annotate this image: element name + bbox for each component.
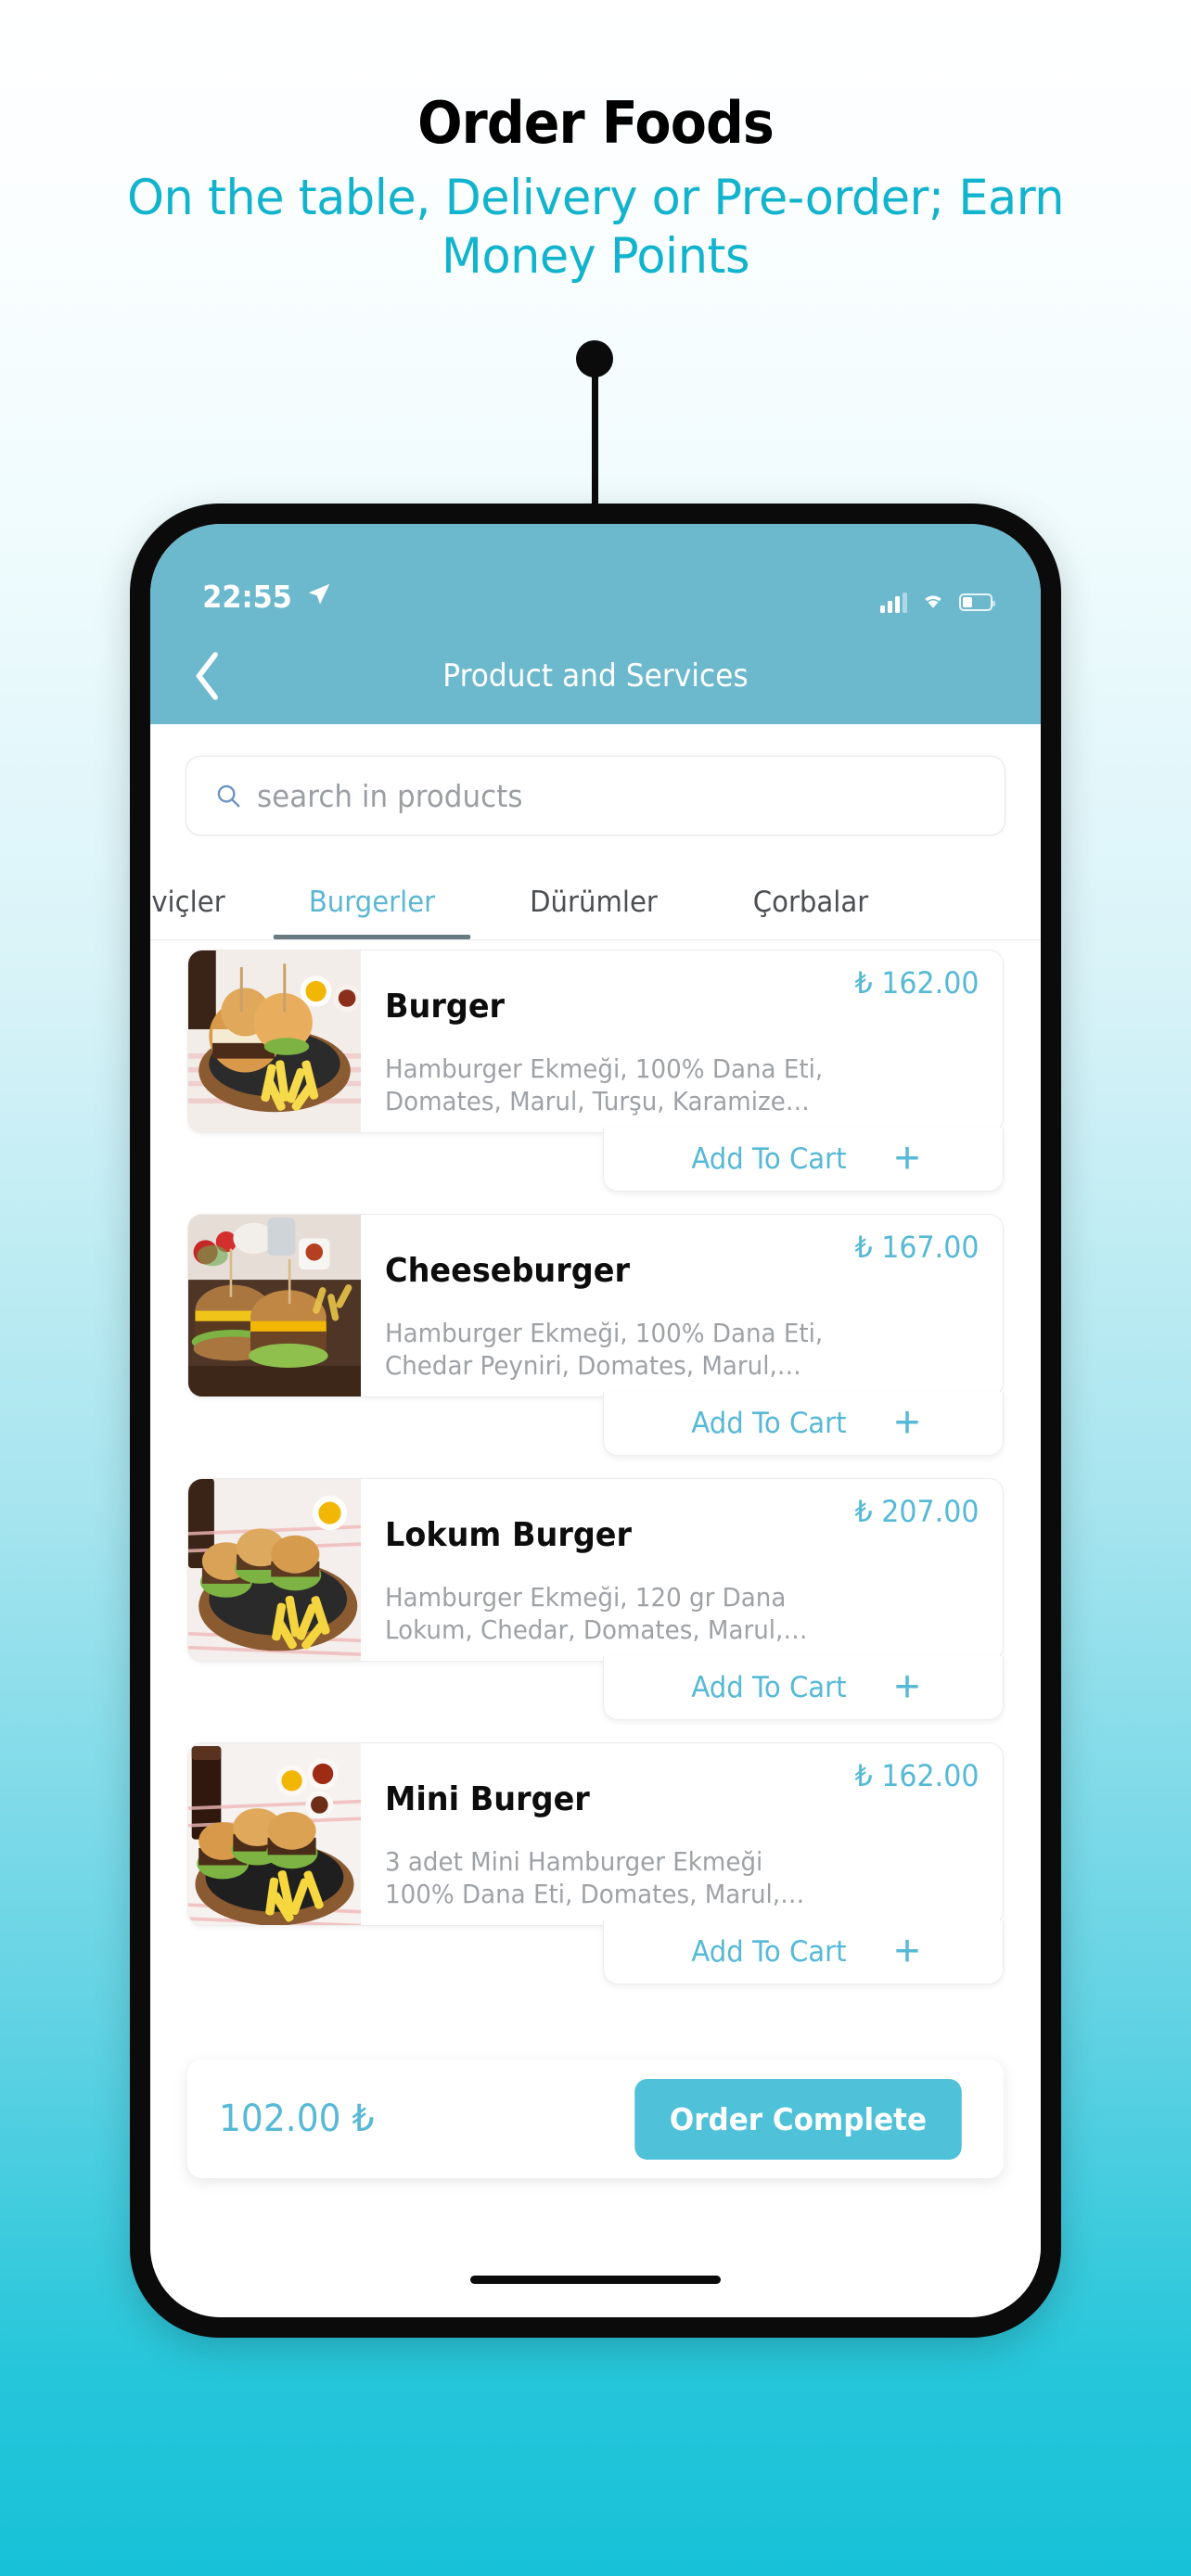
page-subtitle: On the table, Delivery or Pre-order; Ear… xyxy=(126,170,1065,285)
category-tabs: viçler Burgerler Dürümler Çorbalar xyxy=(150,860,1041,940)
location-arrow-icon xyxy=(305,580,333,613)
list-item[interactable]: ₺ 162.00 Mini Burger 3 adet Mini Hamburg… xyxy=(187,1742,1004,1984)
pointer-line xyxy=(592,371,598,510)
product-info: ₺ 162.00 Burger Hamburger Ekmeği, 100% D… xyxy=(361,950,1003,1132)
search-icon xyxy=(214,782,242,810)
add-to-cart-label: Add To Cart xyxy=(691,1142,847,1176)
product-description: Hamburger Ekmeği, 100% Dana Eti, Domates… xyxy=(385,1054,824,1116)
wifi-icon xyxy=(920,590,946,615)
cart-summary-bar: 102.00 ₺ Order Complete xyxy=(187,2060,1004,2178)
search-placeholder: search in products xyxy=(257,777,523,814)
tab-burgerler[interactable]: Burgerler xyxy=(264,886,479,939)
product-card[interactable]: ₺ 162.00 Mini Burger 3 adet Mini Hamburg… xyxy=(187,1742,1004,1926)
tab-corbalar[interactable]: Çorbalar xyxy=(708,886,914,939)
nav-title: Product and Services xyxy=(442,657,749,695)
status-bar-right xyxy=(880,590,995,615)
status-bar-left: 22:55 xyxy=(198,579,333,615)
product-description: 3 adet Mini Hamburger Ekmeği 100% Dana E… xyxy=(385,1847,805,1909)
lokum-burger-photo xyxy=(188,1479,361,1661)
cellular-bars-icon xyxy=(880,592,907,613)
product-name: Mini Burger xyxy=(385,1780,590,1818)
order-complete-button[interactable]: Order Complete xyxy=(634,2078,962,2160)
add-to-cart-button[interactable]: Add To Cart + xyxy=(603,1392,1004,1456)
search-input[interactable]: search in products xyxy=(186,756,1005,835)
add-to-cart-button[interactable]: Add To Cart + xyxy=(603,1920,1004,1984)
product-name: Burger xyxy=(385,988,506,1026)
burger-photo xyxy=(188,950,361,1132)
list-item[interactable]: ₺ 162.00 Burger Hamburger Ekmeği, 100% D… xyxy=(187,950,1004,1192)
product-card[interactable]: ₺ 162.00 Burger Hamburger Ekmeği, 100% D… xyxy=(187,950,1004,1133)
tab-sandvicler[interactable]: viçler xyxy=(150,886,254,939)
cart-total: 102.00 ₺ xyxy=(219,2098,375,2140)
add-to-cart-button[interactable]: Add To Cart + xyxy=(603,1128,1004,1192)
status-time: 22:55 xyxy=(202,579,292,615)
add-to-cart-label: Add To Cart xyxy=(691,1935,847,1969)
list-item[interactable]: ₺ 167.00 Cheeseburger Hamburger Ekmeği, … xyxy=(187,1214,1004,1456)
tab-durumler[interactable]: Dürümler xyxy=(493,886,695,939)
product-info: ₺ 167.00 Cheeseburger Hamburger Ekmeği, … xyxy=(361,1215,1003,1396)
home-indicator xyxy=(470,2276,721,2284)
add-to-cart-button[interactable]: Add To Cart + xyxy=(603,1656,1004,1720)
product-card[interactable]: ₺ 167.00 Cheeseburger Hamburger Ekmeği, … xyxy=(187,1214,1004,1397)
phone-mockup: 22:55 Product and Services search in pro… xyxy=(130,504,1061,2338)
phone-screen: 22:55 Product and Services search in pro… xyxy=(150,524,1041,2317)
product-description: Hamburger Ekmeği, 100% Dana Eti, Chedar … xyxy=(385,1319,824,1381)
search-section: search in products xyxy=(150,724,1041,860)
mini-burger-photo xyxy=(188,1743,361,1925)
product-name: Cheeseburger xyxy=(385,1252,630,1290)
add-to-cart-label: Add To Cart xyxy=(691,1671,847,1704)
nav-bar: Product and Services xyxy=(150,628,1041,724)
product-name: Lokum Burger xyxy=(385,1516,633,1554)
product-info: ₺ 162.00 Mini Burger 3 adet Mini Hamburg… xyxy=(361,1743,1003,1925)
product-info: ₺ 207.00 Lokum Burger Hamburger Ekmeği, … xyxy=(361,1479,1003,1661)
status-bar: 22:55 xyxy=(150,524,1041,628)
product-card[interactable]: ₺ 207.00 Lokum Burger Hamburger Ekmeği, … xyxy=(187,1478,1004,1662)
list-item[interactable]: ₺ 207.00 Lokum Burger Hamburger Ekmeği, … xyxy=(187,1478,1004,1720)
add-to-cart-label: Add To Cart xyxy=(691,1407,847,1440)
promo-header: Order Foods On the table, Delivery or Pr… xyxy=(0,0,1191,286)
cheeseburger-photo xyxy=(188,1215,361,1396)
product-description: Hamburger Ekmeği, 120 gr Dana Lokum, Che… xyxy=(385,1583,808,1645)
page-title: Order Foods xyxy=(417,89,775,157)
battery-low-icon xyxy=(959,593,995,611)
